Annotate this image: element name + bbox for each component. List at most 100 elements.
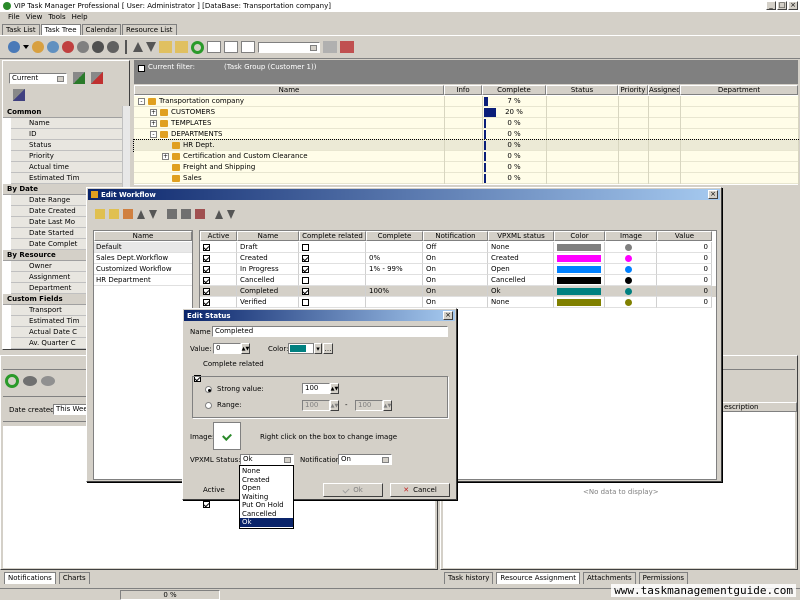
complete-related-checkbox[interactable] [302,243,309,251]
active-checkbox[interactable] [203,276,210,284]
status-column-header[interactable]: VPXML status [488,231,554,241]
tree-row[interactable]: + CUSTOMERS 20 % [134,107,799,118]
value-input[interactable]: 0 [213,343,241,354]
assign-task-icon[interactable] [92,41,104,53]
status-column-header[interactable]: Notification [423,231,488,241]
edit-workflow-icon[interactable] [109,209,119,219]
tree-column-header[interactable]: Assigned [648,85,680,95]
collapse-tree-icon[interactable] [175,41,188,53]
sidebar-item[interactable]: Estimated Tim [11,173,123,184]
status-column-header[interactable]: Complete [366,231,423,241]
value-spinner[interactable]: ▲▼ [241,343,250,354]
delete-filter-icon[interactable] [340,41,354,53]
vpxml-option[interactable]: Open [240,484,293,493]
vpxml-select[interactable]: Ok [240,454,294,465]
workflow-move-up-icon[interactable] [137,209,145,219]
active-cell[interactable] [200,264,237,275]
view-select[interactable]: Current [9,73,67,84]
status-row[interactable]: Verified On None 0 [200,297,716,308]
tree-row[interactable]: - DEPARTMENTS 0 % [134,129,799,140]
delete-workflow-icon[interactable] [123,209,133,219]
range-from-input[interactable]: 100 [302,400,330,411]
active-checkbox[interactable] [203,298,210,306]
color-picker[interactable] [288,343,314,354]
apply-filter-icon[interactable] [73,72,85,84]
tree-expander-icon[interactable]: + [150,109,157,116]
tree-row[interactable]: - Transportation company 7 % [134,96,799,107]
tab-calendar[interactable]: Calendar [81,24,121,35]
tree-row[interactable]: Sales 0 % [134,173,799,184]
sidebar-item[interactable]: Name [11,118,123,129]
complete-related-cell[interactable] [299,275,366,286]
status-column-header[interactable]: Color [554,231,605,241]
tree-column-header[interactable]: Department [680,85,798,95]
status-row[interactable]: In Progress 1% - 99% On Open 0 [200,264,716,275]
complete-related-checkbox[interactable] [302,254,309,262]
vpxml-option[interactable]: Waiting [240,493,293,502]
sidebar-item[interactable]: Priority [11,151,123,162]
move-up-icon[interactable] [133,42,143,52]
status-row[interactable]: Cancelled On Cancelled 0 [200,275,716,286]
workflow-list-item[interactable]: Customized Workflow [94,264,192,275]
hide-notification-icon[interactable] [41,376,55,386]
tree-column-header[interactable]: Status [546,85,618,95]
active-checkbox[interactable] [203,265,210,273]
minimize-button[interactable]: _ [766,1,776,10]
clear-filter-icon[interactable] [91,72,103,84]
range-to-spinner[interactable]: ▲▼ [383,400,392,411]
move-updown-icon[interactable] [122,40,130,54]
status-column-header[interactable]: Name [237,231,299,241]
maximize-button[interactable]: □ [777,1,787,10]
new-workflow-icon[interactable] [95,209,105,219]
active-checkbox[interactable] [203,287,210,295]
vpxml-option[interactable]: None [240,467,293,476]
sidebar-item[interactable]: ID [11,129,123,140]
active-cell[interactable] [200,286,237,297]
copy-task-icon[interactable] [47,41,59,53]
complete-related-checkbox[interactable] [302,276,309,284]
sidebar-group[interactable]: Common [3,107,123,118]
tree-row[interactable]: + TEMPLATES 0 % [134,118,799,129]
tab-task-list[interactable]: Task List [2,24,40,35]
strong-value-input[interactable]: 100 [302,383,330,394]
tree-row[interactable]: HR Dept. 0 % [133,139,799,152]
tab-notifications[interactable]: Notifications [4,572,56,584]
workflow-list-item[interactable]: HR Department [94,275,192,286]
new-status-icon[interactable] [167,209,177,219]
close-button[interactable]: × [788,1,798,10]
complete-related-cell[interactable] [299,253,366,264]
menu-tools[interactable]: Tools [48,12,65,23]
strong-spinner[interactable]: ▲▼ [330,383,339,394]
complete-related-checkbox[interactable] [302,265,309,273]
tree-expander-icon[interactable]: + [162,153,169,160]
edit-workflow-close-button[interactable]: × [708,190,718,199]
columns-icon[interactable] [241,41,255,53]
active-cell[interactable] [200,253,237,264]
range-to-input[interactable]: 100 [355,400,383,411]
delete-status-icon[interactable] [195,209,205,219]
active-checkbox[interactable] [203,243,210,251]
tab-permissions[interactable]: Permissions [638,572,689,584]
active-checkbox[interactable] [203,500,211,508]
dropdown-arrow-icon[interactable] [23,45,29,49]
status-column-header[interactable]: Value [657,231,712,241]
tab-task-tree[interactable]: Task Tree [40,24,81,35]
complete-related-cell[interactable] [299,264,366,275]
filter-checkbox[interactable] [138,64,145,72]
new-task-icon[interactable] [8,41,20,53]
status-row[interactable]: Completed 100% On Ok 0 [200,286,716,297]
vpxml-option[interactable]: Put On Hold [240,501,293,510]
range-from-spinner[interactable]: ▲▼ [330,400,339,411]
view-options-icon[interactable] [207,41,221,53]
menu-view[interactable]: View [26,12,43,23]
strong-radio[interactable] [205,386,212,393]
expand-tree-icon[interactable] [159,41,172,53]
workflow-list-item[interactable]: Sales Dept.Workflow [94,253,192,264]
cancel-button[interactable]: ✕ Cancel [390,483,450,497]
workflow-move-down-icon[interactable] [149,209,157,219]
filter-settings-icon[interactable] [13,89,25,101]
toolbar-combo[interactable] [258,41,320,53]
tab-resource-assignment[interactable]: Resource Assignment [496,572,580,584]
tab-resource-list[interactable]: Resource List [121,24,177,35]
status-column-header[interactable]: Image [605,231,657,241]
